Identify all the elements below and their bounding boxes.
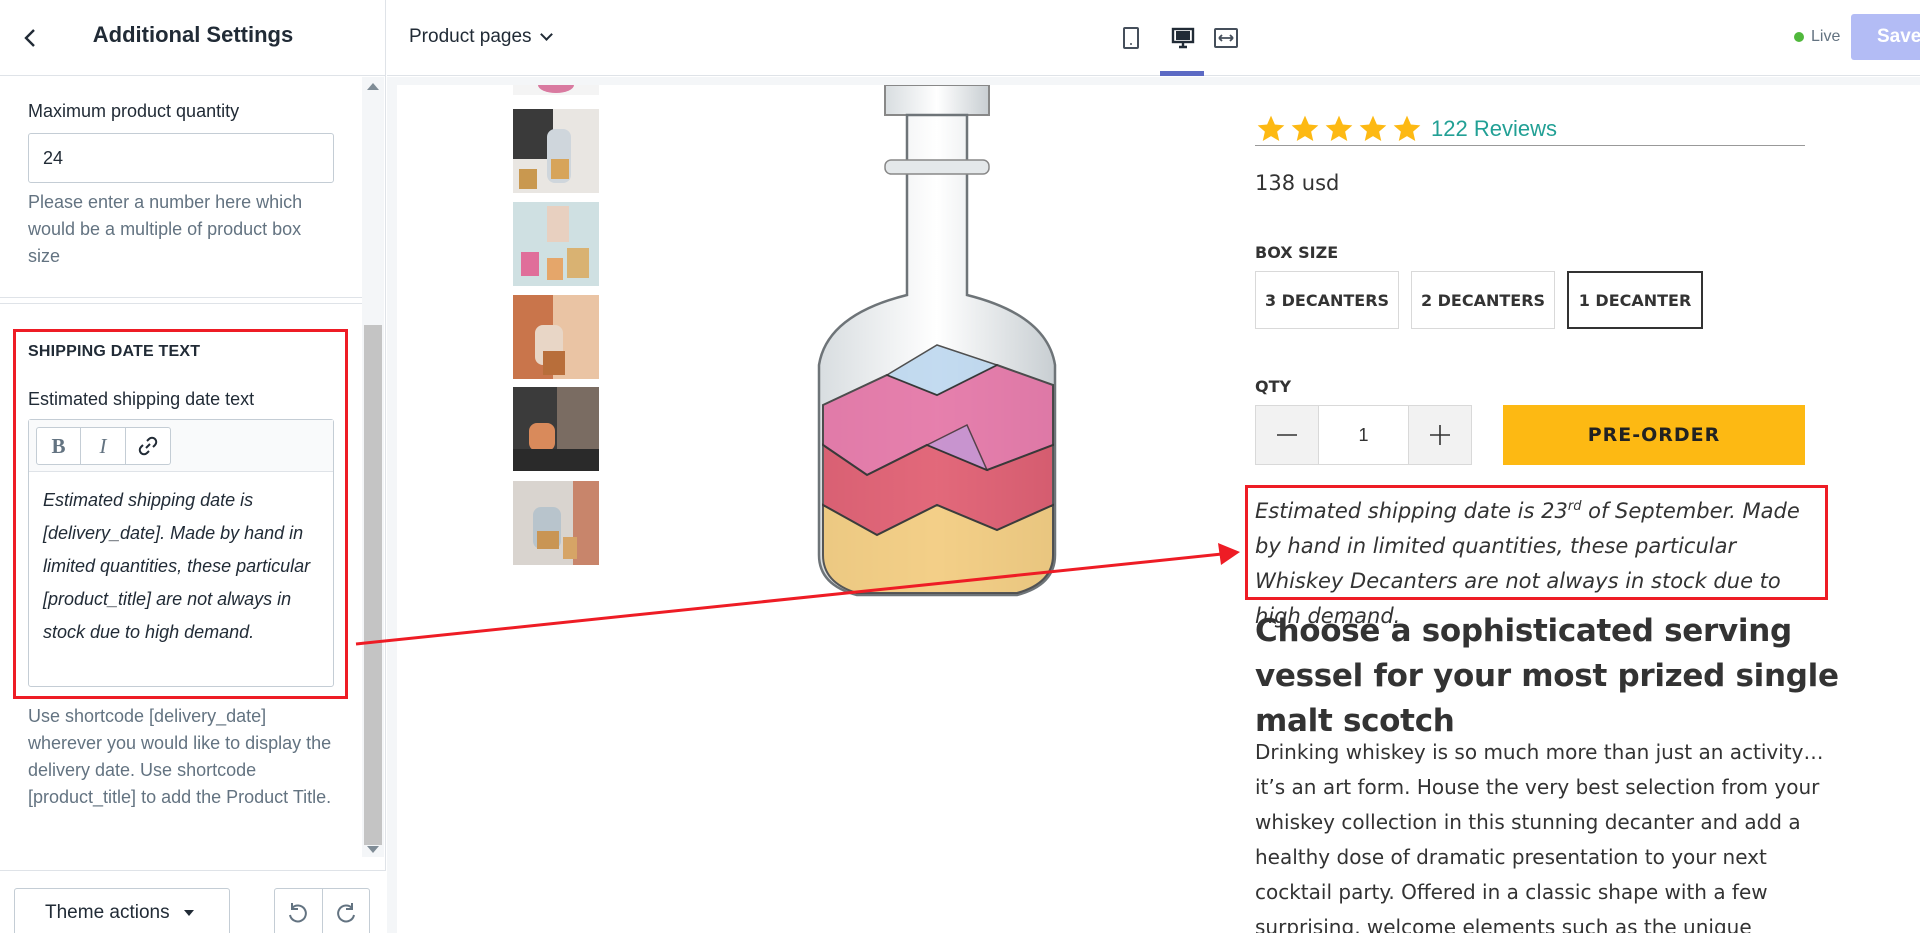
theme-actions-button[interactable]: Theme actions bbox=[14, 888, 230, 933]
product-price: 138 usd bbox=[1255, 171, 1340, 195]
live-dot-icon bbox=[1794, 32, 1804, 42]
save-button[interactable]: Save bbox=[1851, 14, 1920, 60]
minus-icon bbox=[1277, 434, 1297, 436]
box-size-label: BOX SIZE bbox=[1255, 243, 1339, 262]
link-icon bbox=[138, 436, 158, 456]
qty-label: QTY bbox=[1255, 377, 1292, 396]
shortcode-help: Use shortcode [delivery_date] wherever y… bbox=[28, 706, 332, 807]
shipping-text-label: Estimated shipping date text bbox=[28, 389, 255, 409]
decrease-qty-button[interactable] bbox=[1256, 406, 1318, 464]
quantity-stepper: 1 bbox=[1255, 405, 1472, 465]
theme-actions-label: Theme actions bbox=[45, 902, 170, 923]
decanter-image bbox=[513, 481, 599, 565]
box-size-option-selected[interactable]: 1 DECANTER bbox=[1567, 271, 1703, 329]
max-qty-help: Please enter a number here which would b… bbox=[28, 192, 303, 266]
rating-stars[interactable]: 122 Reviews bbox=[1255, 113, 1557, 145]
shipping-text-editor[interactable]: B I Estimated shipping date is [delivery… bbox=[28, 419, 334, 687]
star-icon bbox=[1359, 115, 1387, 141]
page-type-selector[interactable]: Product pages bbox=[409, 26, 553, 48]
live-status: Live bbox=[1794, 28, 1840, 46]
settings-sidebar: Additional Settings Maximum product quan… bbox=[0, 0, 386, 933]
editor-content[interactable]: Estimated shipping date is [delivery_dat… bbox=[29, 472, 333, 661]
pre-order-button[interactable]: PRE-ORDER bbox=[1503, 405, 1805, 465]
sidebar-scrollbar[interactable] bbox=[362, 77, 384, 857]
shipping-date-suffix: rd bbox=[1567, 499, 1582, 514]
undo-redo-group bbox=[274, 888, 370, 933]
undo-button[interactable] bbox=[275, 889, 322, 933]
undo-icon bbox=[289, 903, 308, 923]
mobile-icon bbox=[1123, 27, 1139, 49]
decanter-image bbox=[513, 387, 599, 471]
product-description: Drinking whiskey is so much more than ju… bbox=[1255, 740, 1824, 933]
scroll-down-arrow-icon[interactable] bbox=[367, 846, 379, 853]
caret-down-icon bbox=[183, 910, 194, 916]
plus-icon bbox=[1430, 425, 1450, 445]
product-thumbnail[interactable] bbox=[513, 387, 599, 471]
product-thumbnail[interactable] bbox=[513, 109, 599, 193]
sidebar-title: Additional Settings bbox=[92, 22, 294, 47]
quantity-input[interactable]: 1 bbox=[1318, 406, 1409, 464]
decanter-image bbox=[513, 109, 599, 193]
star-icon bbox=[1291, 115, 1319, 141]
box-size-option[interactable]: 3 DECANTERS bbox=[1255, 271, 1399, 329]
preview-pane: 122 Reviews 138 usd BOX SIZE 3 DECANTERS… bbox=[387, 77, 1920, 933]
star-icon bbox=[1325, 115, 1353, 141]
star-icon bbox=[1257, 115, 1285, 141]
reviews-link[interactable]: 122 Reviews bbox=[1431, 116, 1557, 142]
section-divider bbox=[0, 297, 362, 298]
page-type-label: Product pages bbox=[409, 26, 532, 47]
scroll-up-arrow-icon[interactable] bbox=[367, 83, 379, 90]
product-thumbnail[interactable] bbox=[513, 295, 599, 379]
star-icon bbox=[1393, 115, 1421, 141]
redo-button[interactable] bbox=[321, 889, 369, 933]
editor-toolbar: B I bbox=[29, 420, 333, 472]
scroll-thumb[interactable] bbox=[364, 325, 382, 845]
mobile-view-button[interactable] bbox=[1110, 18, 1152, 58]
storefront-preview[interactable]: 122 Reviews 138 usd BOX SIZE 3 DECANTERS… bbox=[397, 85, 1920, 933]
decanter-main-image[interactable] bbox=[767, 85, 1107, 615]
desktop-icon bbox=[1171, 27, 1195, 49]
bold-button[interactable]: B bbox=[36, 427, 81, 465]
decanter-image bbox=[513, 85, 599, 95]
sidebar-header: Additional Settings bbox=[0, 0, 386, 76]
fullscreen-view-button[interactable] bbox=[1205, 18, 1247, 58]
increase-qty-button[interactable] bbox=[1409, 406, 1471, 464]
product-thumbnail[interactable] bbox=[513, 202, 599, 286]
shipping-section-heading: SHIPPING DATE TEXT bbox=[28, 343, 201, 360]
active-device-indicator bbox=[1160, 71, 1204, 76]
sidebar-scroll-area: Maximum product quantity Please enter a … bbox=[0, 77, 364, 857]
product-thumbnail[interactable] bbox=[513, 481, 599, 565]
decanter-image bbox=[513, 295, 599, 379]
decanter-image bbox=[513, 202, 599, 286]
box-size-option[interactable]: 2 DECANTERS bbox=[1411, 271, 1555, 329]
max-qty-label: Maximum product quantity bbox=[28, 101, 240, 121]
expand-icon bbox=[1214, 28, 1238, 48]
product-thumbnail[interactable] bbox=[513, 85, 599, 95]
product-heading: Choose a sophisticated serving vessel fo… bbox=[1255, 613, 1839, 739]
shipping-text-prefix: Estimated shipping date is 23 bbox=[1255, 499, 1568, 523]
desktop-view-button[interactable] bbox=[1162, 18, 1204, 58]
live-label: Live bbox=[1811, 28, 1841, 45]
redo-icon bbox=[337, 903, 355, 923]
link-button[interactable] bbox=[126, 427, 171, 465]
chevron-down-icon bbox=[539, 28, 553, 41]
sidebar-footer: Theme actions bbox=[0, 870, 386, 933]
section-divider bbox=[0, 303, 362, 304]
editor-topbar: Product pages Live Save bbox=[387, 0, 1920, 76]
italic-button[interactable]: I bbox=[81, 427, 126, 465]
max-qty-input[interactable] bbox=[28, 133, 334, 183]
divider bbox=[1255, 145, 1805, 146]
